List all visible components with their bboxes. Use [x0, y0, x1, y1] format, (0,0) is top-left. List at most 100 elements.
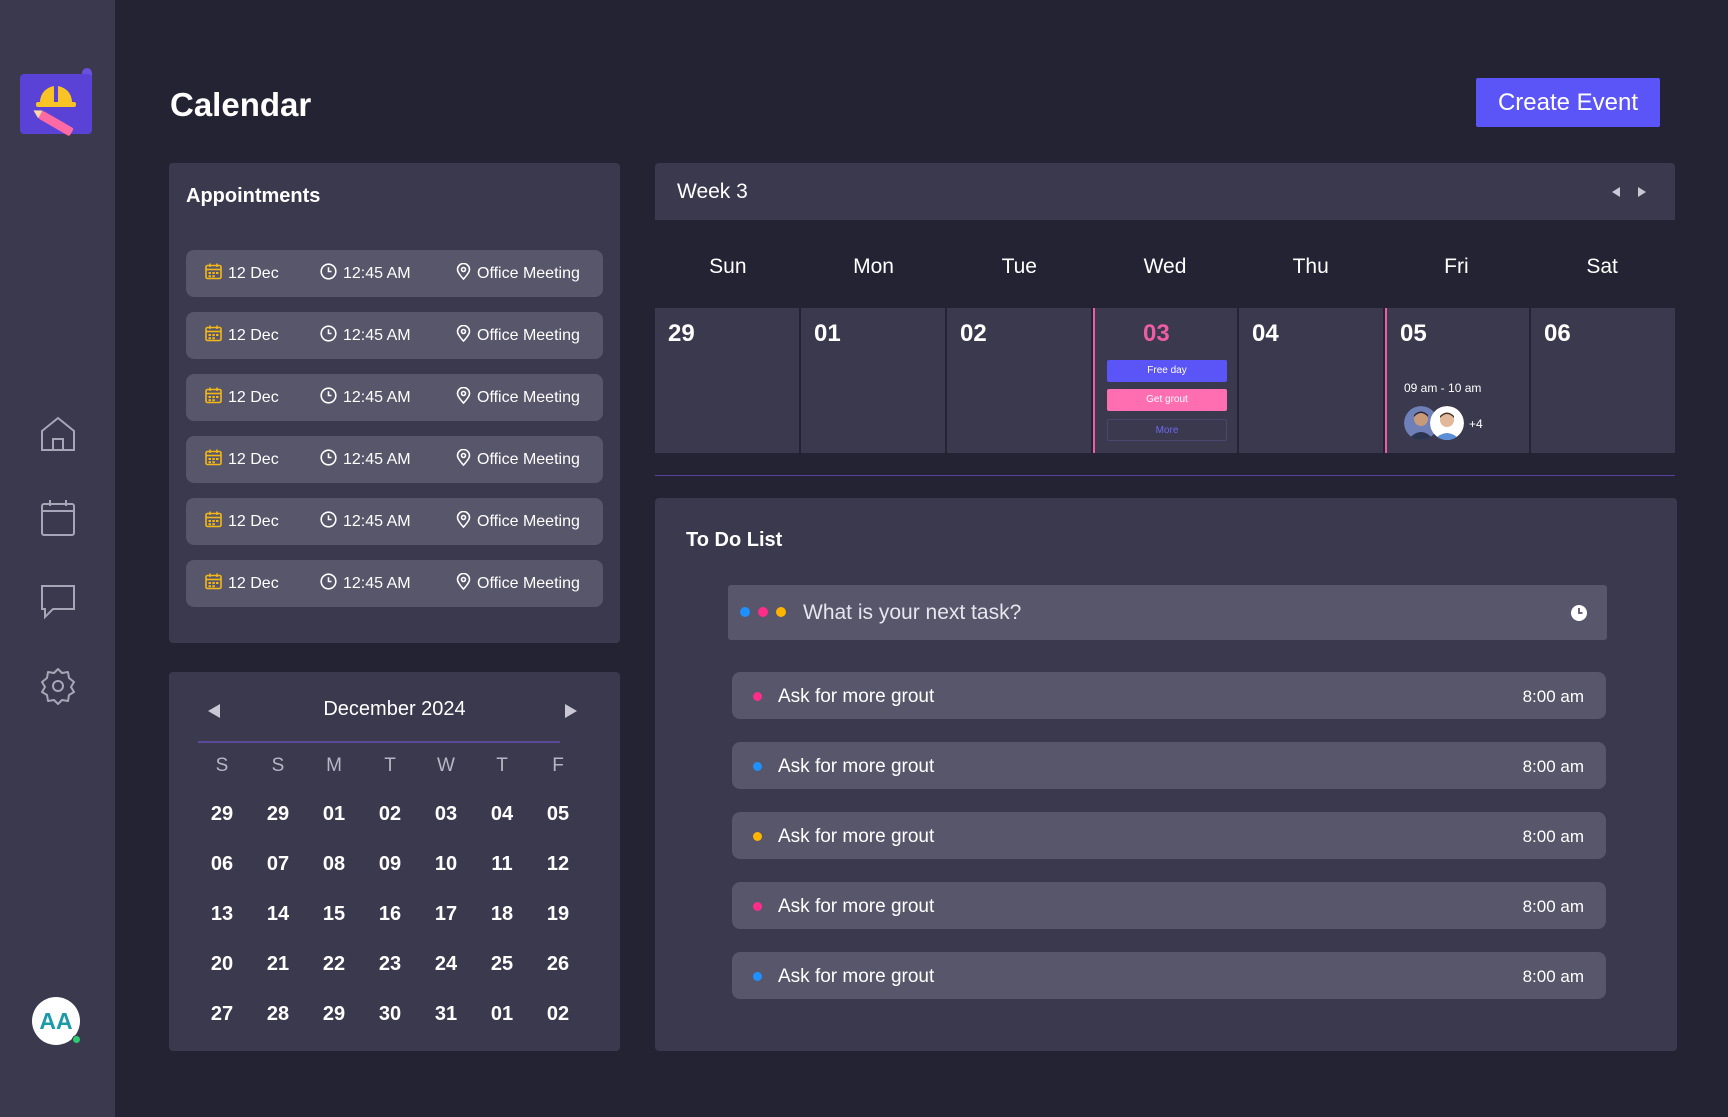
- appointments-panel: Appointments 12 Dec 12:45 AM Office Meetin…: [169, 163, 620, 643]
- calendar-day[interactable]: 16: [362, 902, 418, 926]
- clock-icon[interactable]: [1570, 604, 1588, 622]
- calendar-day[interactable]: 29: [194, 802, 250, 826]
- calendar-day[interactable]: 14: [250, 902, 306, 926]
- location-pin-icon: [456, 386, 471, 409]
- calendar-day[interactable]: 09: [362, 852, 418, 876]
- weekday-label: T: [384, 755, 396, 776]
- task-item[interactable]: Ask for more grout 8:00 am: [732, 812, 1606, 859]
- task-time: 8:00 am: [1522, 827, 1584, 846]
- calendar-day[interactable]: 06: [194, 852, 250, 876]
- settings-icon[interactable]: [39, 667, 77, 705]
- more-events-button[interactable]: More: [1107, 419, 1227, 441]
- calendar-icon[interactable]: [39, 499, 77, 537]
- event-get-grout[interactable]: Get grout: [1107, 389, 1227, 411]
- calendar-day[interactable]: 22: [306, 952, 362, 976]
- task-label: Ask for more grout: [778, 686, 935, 707]
- week-weekday-label: Mon: [853, 255, 894, 278]
- appointment-date: 12 Dec: [228, 574, 279, 592]
- appointment-row[interactable]: 12 Dec 12:45 AM Office Meeting: [186, 374, 603, 421]
- calendar-day[interactable]: 28: [250, 1002, 306, 1026]
- chat-icon[interactable]: [39, 583, 77, 621]
- location-pin-icon: [456, 510, 471, 533]
- calendar-day[interactable]: 04: [474, 802, 530, 826]
- appointment-time: 12:45 AM: [343, 388, 411, 406]
- week-weekday-label: Tue: [1001, 255, 1037, 278]
- clock-icon: [320, 448, 337, 471]
- calendar-day[interactable]: 23: [362, 952, 418, 976]
- calendar-day[interactable]: 07: [250, 852, 306, 876]
- create-event-button[interactable]: Create Event: [1476, 78, 1660, 127]
- mini-calendar: December 2024 SSMTWTF 29 29 01 02 03 04 05 06 07…: [169, 672, 620, 1051]
- new-task-input[interactable]: [803, 585, 1543, 640]
- calendar-day[interactable]: 31: [418, 1002, 474, 1026]
- task-item[interactable]: Ask for more grout 8:00 am: [732, 742, 1606, 789]
- calendar-day[interactable]: 02: [362, 802, 418, 826]
- calendar-day[interactable]: 19: [530, 902, 586, 926]
- calendar-day[interactable]: 30: [362, 1002, 418, 1026]
- appointment-location: Office Meeting: [477, 450, 580, 468]
- week-weekday-label: Fri: [1444, 255, 1469, 278]
- task-item[interactable]: Ask for more grout 8:00 am: [732, 882, 1606, 929]
- calendar-day[interactable]: 18: [474, 902, 530, 926]
- calendar-day[interactable]: 10: [418, 852, 474, 876]
- calendar-day[interactable]: 08: [306, 852, 362, 876]
- day-number: 05: [1400, 320, 1427, 347]
- calendar-day[interactable]: 20: [194, 952, 250, 976]
- week-weekday-label: Wed: [1143, 255, 1187, 278]
- calendar-day[interactable]: 29: [250, 802, 306, 826]
- prev-week-icon[interactable]: [1610, 185, 1622, 197]
- appointment-row[interactable]: 12 Dec 12:45 AM Office Meeting: [186, 312, 603, 359]
- day-cell-mon[interactable]: 01: [801, 308, 945, 453]
- clock-icon: [320, 510, 337, 533]
- calendar-day[interactable]: 26: [530, 952, 586, 976]
- week-weekday-label: Sat: [1586, 255, 1618, 278]
- calendar-icon: [205, 325, 222, 347]
- calendar-day[interactable]: 02: [530, 1002, 586, 1026]
- calendar-day[interactable]: 17: [418, 902, 474, 926]
- clock-icon: [320, 262, 337, 285]
- new-task-field: [728, 585, 1607, 640]
- appointment-row[interactable]: 12 Dec 12:45 AM Office Meeting: [186, 250, 603, 297]
- calendar-day[interactable]: 12: [530, 852, 586, 876]
- day-cell-sun[interactable]: 29: [655, 308, 799, 453]
- event-free-day[interactable]: Free day: [1107, 360, 1227, 382]
- day-cell-fri[interactable]: 05 09 am - 10 am +4: [1385, 308, 1529, 453]
- month-divider: [198, 741, 560, 743]
- next-week-icon[interactable]: [1636, 185, 1648, 197]
- appointment-row[interactable]: 12 Dec 12:45 AM Office Meeting: [186, 436, 603, 483]
- appointment-row[interactable]: 12 Dec 12:45 AM Office Meeting: [186, 498, 603, 545]
- todo-title: To Do List: [686, 529, 783, 551]
- task-item[interactable]: Ask for more grout 8:00 am: [732, 672, 1606, 719]
- calendar-day[interactable]: 25: [474, 952, 530, 976]
- home-icon[interactable]: [39, 415, 77, 453]
- appointment-location: Office Meeting: [477, 264, 580, 282]
- appointment-date: 12 Dec: [228, 388, 279, 406]
- next-month-icon[interactable]: [562, 702, 580, 720]
- task-label: Ask for more grout: [778, 966, 935, 987]
- calendar-day[interactable]: 27: [194, 1002, 250, 1026]
- task-color-dot: [753, 902, 762, 911]
- weekday-header: SSMTWTF: [194, 755, 586, 777]
- task-color-dot: [753, 832, 762, 841]
- appointment-row[interactable]: 12 Dec 12:45 AM Office Meeting: [186, 560, 603, 607]
- calendar-day[interactable]: 11: [474, 852, 530, 876]
- calendar-day[interactable]: 21: [250, 952, 306, 976]
- day-cell-thu[interactable]: 04: [1239, 308, 1383, 453]
- appointment-date: 12 Dec: [228, 326, 279, 344]
- attendee-avatar: [1430, 406, 1464, 440]
- calendar-day[interactable]: 15: [306, 902, 362, 926]
- task-item[interactable]: Ask for more grout 8:00 am: [732, 952, 1606, 999]
- clock-icon: [320, 386, 337, 409]
- day-cell-tue[interactable]: 02: [947, 308, 1091, 453]
- calendar-day[interactable]: 01: [474, 1002, 530, 1026]
- calendar-day[interactable]: 03: [418, 802, 474, 826]
- calendar-day[interactable]: 05: [530, 802, 586, 826]
- appointment-location: Office Meeting: [477, 512, 580, 530]
- user-avatar[interactable]: AA: [32, 997, 81, 1045]
- day-cell-sat[interactable]: 06: [1531, 308, 1675, 453]
- calendar-day[interactable]: 24: [418, 952, 474, 976]
- calendar-day[interactable]: 01: [306, 802, 362, 826]
- calendar-day[interactable]: 13: [194, 902, 250, 926]
- day-cell-wed[interactable]: 03 Free day Get grout More: [1093, 308, 1237, 453]
- calendar-day[interactable]: 29: [306, 1002, 362, 1026]
